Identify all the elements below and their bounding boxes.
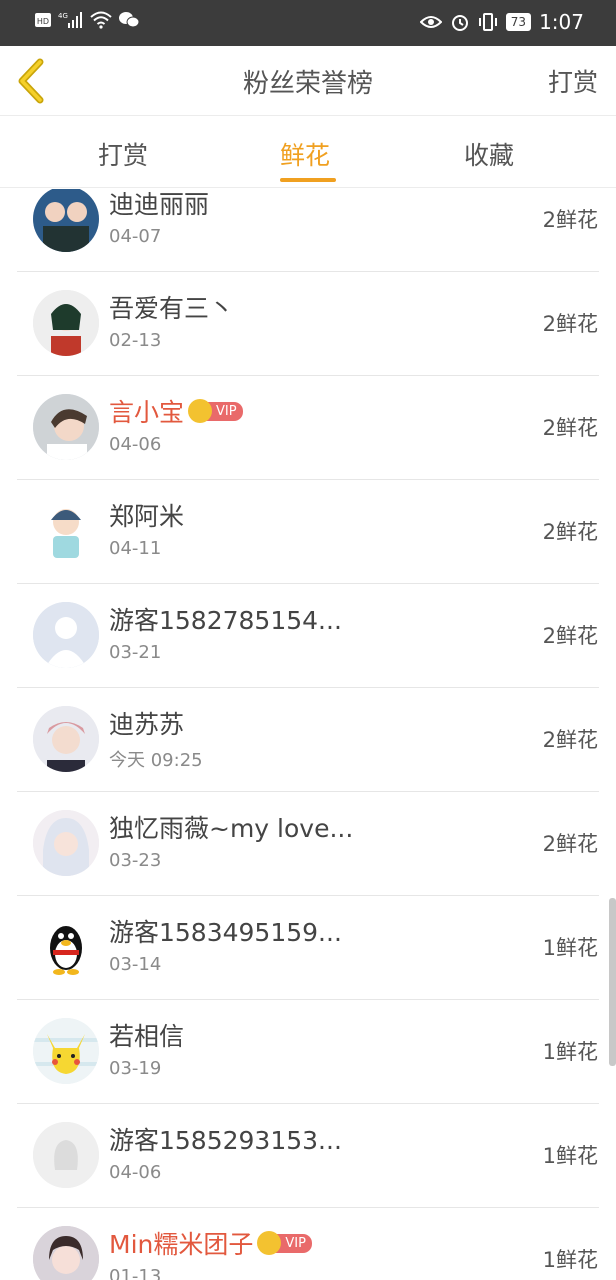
user-name: 游客1583495159... xyxy=(109,918,342,947)
list-item[interactable]: 游客1582785154... 03-21 2鲜花 xyxy=(17,584,599,688)
svg-text:4G: 4G xyxy=(58,12,68,20)
active-tab-indicator xyxy=(280,178,336,182)
scrollbar[interactable] xyxy=(609,898,616,1066)
tab-flowers[interactable]: 鲜花 xyxy=(280,136,330,172)
avatar xyxy=(33,1122,99,1188)
avatar xyxy=(33,914,99,980)
wifi-icon xyxy=(90,11,112,29)
list-item[interactable]: 吾爱有三丶 02-13 2鲜花 xyxy=(17,272,599,376)
user-name: 迪迪丽丽 xyxy=(109,190,210,219)
battery-indicator: 73 xyxy=(505,13,532,31)
gift-date: 03-23 xyxy=(109,850,162,871)
user-name: 游客1582785154... xyxy=(109,606,342,635)
gift-date: 01-13 xyxy=(109,1266,162,1280)
gift-date: 今天 09:25 xyxy=(109,750,203,771)
list-item[interactable]: 游客1585293153... 04-06 1鲜花 xyxy=(17,1104,599,1208)
user-name: Min糯米团子 VIP xyxy=(109,1225,312,1261)
list-item[interactable]: 独忆雨薇~my love... 03-23 2鲜花 xyxy=(17,792,599,896)
avatar xyxy=(33,498,99,564)
gift-date: 03-19 xyxy=(109,1058,162,1079)
gift-date: 03-14 xyxy=(109,954,162,975)
list-item[interactable]: 若相信 03-19 1鲜花 xyxy=(17,1000,599,1104)
vip-badge: VIP xyxy=(188,399,243,423)
alarm-icon xyxy=(451,15,468,31)
avatar xyxy=(33,1226,99,1280)
user-name: 若相信 xyxy=(109,1022,185,1051)
list-item[interactable]: 郑阿米 04-11 2鲜花 xyxy=(17,480,599,584)
flower-count: 2鲜花 xyxy=(542,624,598,648)
gift-date: 04-11 xyxy=(109,538,162,559)
crown-icon xyxy=(188,399,213,423)
avatar xyxy=(33,706,99,772)
flower-count: 1鲜花 xyxy=(542,936,598,960)
status-left-icons: HD 4G xyxy=(34,11,140,29)
avatar xyxy=(33,1018,99,1084)
signal-4g-icon: 4G xyxy=(58,12,82,28)
avatar xyxy=(33,810,99,876)
user-name: 郑阿米 xyxy=(109,502,185,531)
list-item[interactable]: 迪苏苏 今天 09:25 2鲜花 xyxy=(17,688,599,792)
avatar xyxy=(33,189,99,252)
vip-badge: VIP xyxy=(257,1231,312,1255)
user-name: 独忆雨薇~my love... xyxy=(109,814,354,843)
flower-count: 2鲜花 xyxy=(542,208,598,232)
wechat-icon xyxy=(119,12,140,28)
flower-count: 1鲜花 xyxy=(542,1144,598,1168)
flower-count: 2鲜花 xyxy=(542,520,598,544)
tab-favorites[interactable]: 收藏 xyxy=(464,136,514,172)
gift-date: 02-13 xyxy=(109,330,162,351)
penguin-icon xyxy=(33,914,99,980)
list-item[interactable]: 迪迪丽丽 04-07 2鲜花 xyxy=(17,189,599,272)
list-item[interactable]: 游客1583495159... 03-14 1鲜花 xyxy=(17,896,599,1000)
eye-icon xyxy=(419,16,442,28)
clock: 1:07 xyxy=(539,10,584,34)
flower-count: 2鲜花 xyxy=(542,312,598,336)
vibrate-icon xyxy=(478,13,497,31)
page-title: 粉丝荣誉榜 xyxy=(242,69,373,99)
status-right-icons: 73 1:07 xyxy=(419,10,584,34)
gift-date: 03-21 xyxy=(109,642,162,663)
user-name: 吾爱有三丶 xyxy=(109,294,235,323)
user-name: 言小宝 VIP xyxy=(109,393,243,429)
app-header: 粉丝荣誉榜 打赏 xyxy=(0,46,616,116)
hd-icon: HD xyxy=(35,13,51,27)
reward-button[interactable]: 打赏 xyxy=(548,63,598,99)
gift-date: 04-07 xyxy=(109,226,162,247)
flower-count: 2鲜花 xyxy=(542,728,598,752)
user-name: 游客1585293153... xyxy=(109,1126,342,1155)
tab-reward[interactable]: 打赏 xyxy=(98,136,148,172)
gift-date: 04-06 xyxy=(109,434,162,455)
user-name: 迪苏苏 xyxy=(109,710,185,739)
avatar xyxy=(33,290,99,356)
tab-bar: 打赏 鲜花 收藏 xyxy=(0,116,616,188)
avatar xyxy=(33,602,99,668)
fan-ranking-list[interactable]: 迪迪丽丽 04-07 2鲜花 吾爱有三丶 02-13 2鲜花 言小宝 VIP 0… xyxy=(0,189,616,1280)
avatar xyxy=(33,394,99,460)
flower-count: 1鲜花 xyxy=(542,1040,598,1064)
svg-text:HD: HD xyxy=(37,17,49,26)
list-item[interactable]: 言小宝 VIP 04-06 2鲜花 xyxy=(17,376,599,480)
flower-count: 2鲜花 xyxy=(542,832,598,856)
status-bar: HD 4G 73 1:07 xyxy=(0,0,616,46)
gift-date: 04-06 xyxy=(109,1162,162,1183)
list-item[interactable]: Min糯米团子 VIP 01-13 1鲜花 xyxy=(17,1208,599,1280)
flower-count: 2鲜花 xyxy=(542,416,598,440)
flower-count: 1鲜花 xyxy=(542,1248,598,1272)
